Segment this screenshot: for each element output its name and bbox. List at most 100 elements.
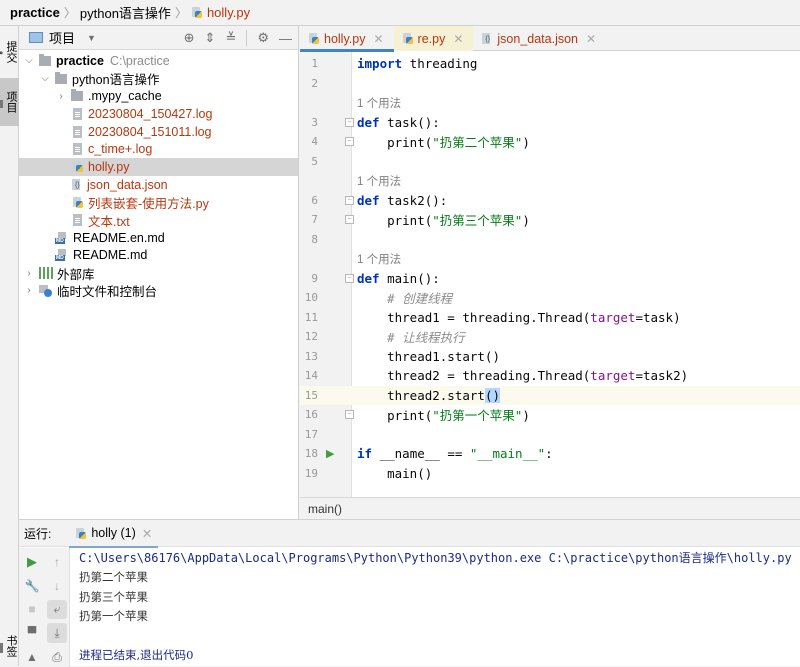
close-icon[interactable]: ✕: [142, 526, 152, 541]
down-arrow-icon[interactable]: ↓: [47, 576, 67, 596]
code-line: 12 # 让线程执行: [300, 327, 800, 347]
tool-tab-bookmarks[interactable]: 书签: [0, 626, 19, 666]
tree-item-scratches[interactable]: › 临时文件和控制台: [19, 282, 298, 300]
code-text: main(): [357, 465, 433, 481]
code-line: 19 main(): [300, 464, 800, 484]
gear-icon[interactable]: ⚙: [257, 30, 269, 46]
tab-label: json_data.json: [497, 31, 579, 46]
log-file-icon: [73, 143, 82, 156]
tree-item-readme[interactable]: README.md: [19, 247, 298, 265]
tree-item-list-nesting-py[interactable]: 列表嵌套-使用方法.py: [19, 194, 298, 212]
code-text: def main():: [357, 270, 440, 286]
breadcrumb-item-file[interactable]: holly.py: [191, 5, 250, 20]
python-file-icon: [72, 196, 84, 209]
code-line: 15 thread2.start(): [300, 385, 800, 405]
tree-item-label: 20230804_151011.log: [88, 124, 212, 139]
tree-item-external-libraries[interactable]: › 外部库: [19, 264, 298, 282]
expand-all-icon[interactable]: ⇕: [205, 30, 216, 46]
breadcrumb-item-practice[interactable]: practice: [10, 5, 60, 20]
code-line: 11 thread1 = threading.Thread(target=tas…: [300, 308, 800, 328]
project-window-icon: [29, 32, 43, 43]
left-tool-strip: 提交 ⊸ 项目 书签: [0, 26, 19, 666]
code-line: 7− print("扔第三个苹果"): [300, 210, 800, 230]
usage-hint[interactable]: 1 个用法: [357, 173, 401, 189]
markdown-file-icon: [55, 231, 69, 244]
tree-item-python-folder[interactable]: ⌵ python语言操作: [19, 70, 298, 88]
minimize-icon[interactable]: —: [279, 31, 292, 46]
chevron-right-icon[interactable]: ›: [23, 268, 35, 279]
usage-hint[interactable]: 1 个用法: [357, 95, 401, 111]
code-line: 4− print("扔第二个苹果"): [300, 132, 800, 152]
tree-item-json-data[interactable]: json_data.json: [19, 176, 298, 194]
code-line: 16− print("扔第一个苹果"): [300, 405, 800, 425]
console-line-exit: 进程已结束,退出代码0: [79, 648, 194, 663]
tree-item-log-1[interactable]: 20230804_150427.log: [19, 105, 298, 123]
line-number: 2: [311, 76, 318, 90]
code-text: # 让线程执行: [387, 330, 465, 346]
breadcrumb-separator: 〉: [174, 6, 187, 20]
line-number: 12: [304, 330, 318, 344]
tab-re-py[interactable]: re.py ✕: [393, 26, 474, 51]
chevron-right-icon[interactable]: ›: [23, 285, 35, 296]
tree-item-text-txt[interactable]: 文本.txt: [19, 211, 298, 229]
code-line: 1 import threading: [300, 54, 800, 74]
collapse-all-icon[interactable]: ≚: [225, 30, 236, 46]
tree-item-holly-py[interactable]: holly.py: [19, 158, 298, 176]
layout-icon[interactable]: ▀: [22, 623, 42, 643]
run-tab-holly[interactable]: holly (1) ✕: [69, 520, 159, 548]
project-view-selector[interactable]: 项目 ▼: [29, 28, 96, 47]
chevron-down-icon[interactable]: ⌵: [39, 73, 51, 84]
breadcrumb: practice 〉 python语言操作 〉 holly.py: [0, 0, 800, 26]
code-area[interactable]: 1 import threading 2 1 个用法 3− def task(): 4− p…: [300, 52, 800, 497]
tree-item-readme-en[interactable]: README.en.md: [19, 229, 298, 247]
tree-item-log-2[interactable]: 20230804_151011.log: [19, 123, 298, 141]
tree-item-label: c_time+.log: [88, 142, 153, 157]
scroll-to-end-icon[interactable]: ⤓: [47, 623, 67, 644]
tab-json-data[interactable]: json_data.json ✕: [473, 26, 606, 51]
close-icon[interactable]: ✕: [373, 32, 383, 46]
code-line: 10 # 创建线程: [300, 288, 800, 308]
close-icon[interactable]: ✕: [453, 32, 463, 46]
fold-end-icon[interactable]: −: [345, 410, 354, 420]
tree-item-mypy-cache[interactable]: › .mypy_cache: [19, 87, 298, 105]
tree-item-label: 文本.txt: [88, 214, 130, 229]
code-line: 14 thread2 = threading.Thread(target=tas…: [300, 366, 800, 386]
line-number: 19: [304, 466, 318, 480]
fold-open-icon[interactable]: −: [345, 273, 354, 283]
fold-open-icon[interactable]: −: [345, 195, 354, 205]
console-output[interactable]: C:\Users\86176\AppData\Local\Programs\Py…: [79, 548, 792, 665]
code-line: 13 thread1.start(): [300, 347, 800, 367]
run-icon[interactable]: ▶: [22, 552, 42, 572]
usage-hint-line: 1 个用法: [300, 93, 800, 113]
wrench-icon[interactable]: 🔧: [22, 576, 42, 596]
tab-holly-py[interactable]: holly.py ✕: [300, 26, 394, 52]
console-line-output: 扔第一个苹果: [79, 609, 148, 624]
code-line: 3− def task():: [300, 113, 800, 133]
print-icon[interactable]: ⎙: [47, 647, 67, 667]
line-number: 15: [300, 385, 352, 405]
close-icon[interactable]: ✕: [586, 32, 596, 46]
stop-icon[interactable]: ■: [22, 600, 42, 620]
chevron-right-icon[interactable]: ›: [55, 91, 67, 102]
folder-icon: [55, 71, 67, 84]
run-panel-label: 运行:: [24, 526, 52, 541]
usage-hint[interactable]: 1 个用法: [357, 251, 401, 267]
tree-item-label: 临时文件和控制台: [57, 285, 158, 300]
fold-end-icon[interactable]: −: [345, 215, 354, 225]
run-panel-header: 运行: holly (1) ✕: [19, 520, 800, 548]
up-arrow-icon[interactable]: ↑: [47, 552, 67, 572]
locate-icon[interactable]: ⊕: [184, 30, 195, 46]
editor-breadcrumb-item[interactable]: main(): [308, 502, 342, 516]
tool-tab-project[interactable]: 项目: [0, 78, 19, 126]
soft-wrap-icon[interactable]: ⤶: [47, 599, 67, 620]
pin-icon[interactable]: ▲: [22, 647, 42, 667]
run-gutter-icon[interactable]: ▶: [326, 447, 334, 460]
breadcrumb-item-folder[interactable]: python语言操作: [80, 3, 171, 22]
fold-open-icon[interactable]: −: [345, 117, 354, 127]
chevron-down-icon[interactable]: ⌵: [23, 55, 35, 66]
tree-item-log-3[interactable]: c_time+.log: [19, 140, 298, 158]
tool-tab-commit[interactable]: 提交 ⊸: [0, 28, 19, 76]
tree-item-label: README.md: [73, 248, 148, 263]
fold-end-icon[interactable]: −: [345, 137, 354, 147]
tree-item-practice[interactable]: ⌵ practice C:\practice: [19, 52, 298, 70]
